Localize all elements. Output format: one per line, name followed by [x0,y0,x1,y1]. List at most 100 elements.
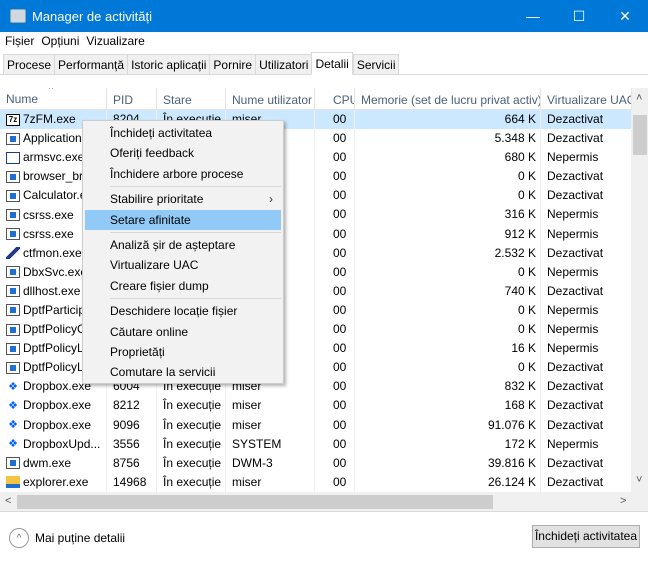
cell-cpu: 00 [315,129,355,149]
cell-state: În execuție [157,415,226,435]
menu-item[interactable]: Comutare la servicii [83,362,283,382]
cell-cpu: 00 [315,396,355,416]
cell-uac: Nepermis [541,434,632,454]
scroll-right-icon[interactable]: > [620,495,626,507]
cell-mem: 0 K [355,320,541,340]
cell-state: În execuție [157,396,226,416]
scroll-left-icon[interactable]: < [5,495,11,507]
menu-item[interactable]: Căutare online [83,322,283,342]
cell-cpu: 00 [315,472,355,492]
process-name: DptfParticip [23,302,86,317]
menu-file[interactable]: Fișier [5,34,34,48]
cell-state: În execuție [157,434,226,454]
end-task-button[interactable]: Închideți activitatea [532,525,640,548]
cell-user: DWM-3 [226,453,315,473]
cell-cpu: 00 [315,339,355,359]
table-row[interactable]: explorer.exe 14968 În execuție miser 00 26.12… [0,472,632,492]
maximize-button[interactable]: ☐ [556,0,602,32]
tab-bar: Procese Performanță Istoric aplicații Porni… [0,52,648,75]
tab-detalii[interactable]: Detalii [311,52,353,75]
scroll-up-icon[interactable]: ˄ [636,92,642,104]
cell-uac: Nepermis [541,300,632,321]
vertical-scrollbar[interactable]: ˄ ˅ [632,88,648,492]
menu-item[interactable]: Oferiți feedback [83,143,283,163]
column-header[interactable]: PID [107,88,157,110]
window-title: Manager de activități [32,8,152,24]
cell-name: Dropbox.exe [0,415,107,435]
cell-cpu: 00 [315,167,355,187]
menu-item[interactable]: Analiză șir de așteptare [83,235,283,255]
cell-uac: Dezactivat [541,377,632,397]
pen-icon [6,247,20,260]
dropbox-icon [6,419,20,432]
menu-item[interactable]: Stabilire prioritate › [83,189,283,209]
process-name: DbxSvc.exe [23,264,88,279]
cell-cpu: 00 [315,434,355,454]
cell-cpu: 00 [315,110,355,130]
menu-view[interactable]: Vizualizare [86,34,144,48]
exe-icon [6,209,20,222]
table-row[interactable]: dwm.exe 8756 În execuție DWM-3 00 39.816 K Dez… [0,453,632,473]
menu-item[interactable]: Virtualizare UAC [83,255,283,275]
table-row[interactable]: DropboxUpd... 3556În execuțieSYSTEM00172 … [0,434,632,454]
scroll-thumb[interactable] [17,495,493,509]
column-header[interactable]: CPU [315,88,355,110]
cell-pid: 8756 [107,453,157,473]
process-name: DropboxUpd... [23,436,101,451]
table-row[interactable]: Dropbox.exe 8212În execuțiemiser00168 KDe… [0,396,632,416]
tab-servicii[interactable]: Servicii [352,54,400,75]
cell-uac: Dezactivat [541,472,632,492]
minimize-button[interactable]: — [510,0,556,32]
cell-mem: 0 K [355,300,541,321]
menu-item[interactable]: Deschidere locație fișier [83,301,283,321]
menu-item[interactable]: Setare afinitate [85,209,281,230]
column-header[interactable]: Nume utilizator [226,88,315,110]
horizontal-scrollbar[interactable]: < > [0,492,648,512]
cell-name: explorer.exe [0,472,107,492]
column-header[interactable]: Virtualizare UAC [541,88,632,110]
exe-icon [6,304,20,317]
column-header[interactable]: Stare [157,88,226,110]
cell-state: În execuție [157,472,226,492]
tab-istoric-aplicații[interactable]: Istoric aplicații [127,54,210,75]
column-header[interactable]: Nume [0,88,107,110]
exe-icon [6,189,20,202]
cell-uac: Nepermis [541,224,632,244]
cell-uac: Dezactivat [541,358,632,378]
tab-procese[interactable]: Procese [3,54,55,75]
tab-performanță[interactable]: Performanță [54,54,128,75]
process-name: armsvc.exe [23,150,85,165]
fewer-details-link[interactable]: Mai puține detalii [35,531,125,545]
table-row[interactable]: Dropbox.exe 9096În execuțiemiser0091.076 … [0,415,632,435]
menu-item[interactable]: Închideți activitatea [83,123,283,143]
exe-icon [6,132,20,145]
cell-mem: 316 K [355,205,541,225]
menu-bar: Fișier Opțiuni Vizualizare [0,32,145,50]
tab-pornire[interactable]: Pornire [209,54,256,75]
cell-uac: Dezactivat [541,453,632,473]
process-name: dllhost.exe [23,283,81,298]
column-header[interactable]: Memorie (set de lucru privat activ) [355,88,541,110]
chevron-up-icon[interactable]: ^ [9,528,29,548]
menu-item[interactable]: Proprietăți [83,342,283,362]
cell-mem: 832 K [355,377,541,397]
scroll-thumb[interactable] [633,115,647,155]
menu-options[interactable]: Opțiuni [41,34,79,48]
cell-uac: Dezactivat [541,110,632,130]
close-button[interactable]: ✕ [602,0,648,32]
menu-item[interactable]: Închidere arbore procese [83,164,283,184]
cell-pid: 9096 [107,415,157,435]
scroll-down-icon[interactable]: ˅ [636,474,642,486]
cell-mem: 0 K [355,358,541,378]
cell-mem: 664 K [355,110,541,130]
menu-item[interactable]: Creare fișier dump [83,276,283,296]
process-name: DptfPolicyL [23,341,84,356]
process-name: DptfPolicyL [23,360,84,375]
cell-mem: 0 K [355,262,541,282]
process-name: Dropbox.exe [23,417,92,432]
cell-cpu: 00 [315,205,355,225]
tab-utilizatori[interactable]: Utilizatori [255,54,312,75]
process-name: browser_bro [23,169,90,184]
process-name: 7zFM.exe [23,112,76,127]
cell-uac: Dezactivat [541,281,632,301]
